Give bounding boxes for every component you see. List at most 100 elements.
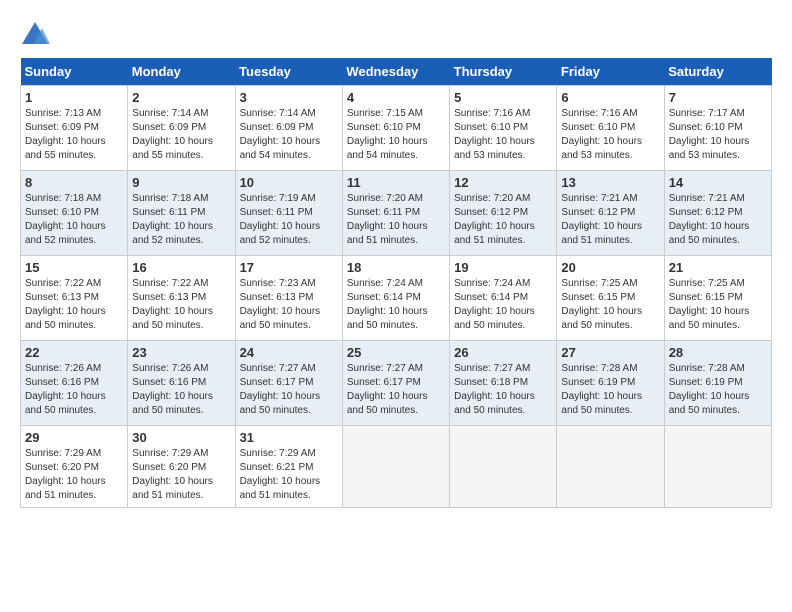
day-number: 20: [561, 260, 659, 275]
calendar-cell: 1 Sunrise: 7:13 AMSunset: 6:09 PMDayligh…: [21, 86, 128, 171]
calendar-week-row: 8 Sunrise: 7:18 AMSunset: 6:10 PMDayligh…: [21, 171, 772, 256]
day-info: Sunrise: 7:28 AMSunset: 6:19 PMDaylight:…: [669, 362, 767, 418]
calendar-cell: 26 Sunrise: 7:27 AMSunset: 6:18 PMDaylig…: [450, 341, 557, 426]
calendar-cell: 31 Sunrise: 7:29 AMSunset: 6:21 PMDaylig…: [235, 426, 342, 508]
calendar-cell: 20 Sunrise: 7:25 AMSunset: 6:15 PMDaylig…: [557, 256, 664, 341]
calendar-cell: 13 Sunrise: 7:21 AMSunset: 6:12 PMDaylig…: [557, 171, 664, 256]
calendar-cell: 4 Sunrise: 7:15 AMSunset: 6:10 PMDayligh…: [342, 86, 449, 171]
day-info: Sunrise: 7:29 AMSunset: 6:21 PMDaylight:…: [240, 447, 338, 503]
day-info: Sunrise: 7:26 AMSunset: 6:16 PMDaylight:…: [132, 362, 230, 418]
day-number: 29: [25, 430, 123, 445]
day-info: Sunrise: 7:26 AMSunset: 6:16 PMDaylight:…: [25, 362, 123, 418]
day-info: Sunrise: 7:19 AMSunset: 6:11 PMDaylight:…: [240, 192, 338, 248]
col-thursday: Thursday: [450, 58, 557, 86]
day-info: Sunrise: 7:24 AMSunset: 6:14 PMDaylight:…: [454, 277, 552, 333]
day-number: 11: [347, 175, 445, 190]
calendar-cell: 27 Sunrise: 7:28 AMSunset: 6:19 PMDaylig…: [557, 341, 664, 426]
calendar-cell: 3 Sunrise: 7:14 AMSunset: 6:09 PMDayligh…: [235, 86, 342, 171]
day-number: 25: [347, 345, 445, 360]
day-number: 24: [240, 345, 338, 360]
day-info: Sunrise: 7:27 AMSunset: 6:17 PMDaylight:…: [347, 362, 445, 418]
calendar-cell: 12 Sunrise: 7:20 AMSunset: 6:12 PMDaylig…: [450, 171, 557, 256]
day-number: 2: [132, 90, 230, 105]
calendar-cell: [557, 426, 664, 508]
day-info: Sunrise: 7:15 AMSunset: 6:10 PMDaylight:…: [347, 107, 445, 163]
calendar-cell: 11 Sunrise: 7:20 AMSunset: 6:11 PMDaylig…: [342, 171, 449, 256]
day-info: Sunrise: 7:27 AMSunset: 6:18 PMDaylight:…: [454, 362, 552, 418]
col-monday: Monday: [128, 58, 235, 86]
day-number: 13: [561, 175, 659, 190]
day-number: 10: [240, 175, 338, 190]
calendar-cell: 18 Sunrise: 7:24 AMSunset: 6:14 PMDaylig…: [342, 256, 449, 341]
col-wednesday: Wednesday: [342, 58, 449, 86]
day-number: 14: [669, 175, 767, 190]
calendar-cell: 2 Sunrise: 7:14 AMSunset: 6:09 PMDayligh…: [128, 86, 235, 171]
page-header: [20, 20, 772, 48]
day-number: 17: [240, 260, 338, 275]
day-number: 23: [132, 345, 230, 360]
day-number: 1: [25, 90, 123, 105]
calendar: Sunday Monday Tuesday Wednesday Thursday…: [20, 58, 772, 508]
day-number: 9: [132, 175, 230, 190]
day-number: 3: [240, 90, 338, 105]
day-info: Sunrise: 7:21 AMSunset: 6:12 PMDaylight:…: [669, 192, 767, 248]
calendar-cell: 9 Sunrise: 7:18 AMSunset: 6:11 PMDayligh…: [128, 171, 235, 256]
day-info: Sunrise: 7:14 AMSunset: 6:09 PMDaylight:…: [132, 107, 230, 163]
day-number: 26: [454, 345, 552, 360]
day-number: 22: [25, 345, 123, 360]
day-number: 30: [132, 430, 230, 445]
calendar-cell: [342, 426, 449, 508]
day-info: Sunrise: 7:20 AMSunset: 6:12 PMDaylight:…: [454, 192, 552, 248]
calendar-cell: 15 Sunrise: 7:22 AMSunset: 6:13 PMDaylig…: [21, 256, 128, 341]
col-tuesday: Tuesday: [235, 58, 342, 86]
calendar-cell: 6 Sunrise: 7:16 AMSunset: 6:10 PMDayligh…: [557, 86, 664, 171]
day-info: Sunrise: 7:25 AMSunset: 6:15 PMDaylight:…: [561, 277, 659, 333]
day-number: 5: [454, 90, 552, 105]
day-number: 4: [347, 90, 445, 105]
day-info: Sunrise: 7:22 AMSunset: 6:13 PMDaylight:…: [25, 277, 123, 333]
col-saturday: Saturday: [664, 58, 771, 86]
day-info: Sunrise: 7:22 AMSunset: 6:13 PMDaylight:…: [132, 277, 230, 333]
day-info: Sunrise: 7:20 AMSunset: 6:11 PMDaylight:…: [347, 192, 445, 248]
calendar-cell: 21 Sunrise: 7:25 AMSunset: 6:15 PMDaylig…: [664, 256, 771, 341]
day-info: Sunrise: 7:24 AMSunset: 6:14 PMDaylight:…: [347, 277, 445, 333]
calendar-cell: 14 Sunrise: 7:21 AMSunset: 6:12 PMDaylig…: [664, 171, 771, 256]
calendar-cell: 7 Sunrise: 7:17 AMSunset: 6:10 PMDayligh…: [664, 86, 771, 171]
calendar-cell: [450, 426, 557, 508]
day-info: Sunrise: 7:18 AMSunset: 6:11 PMDaylight:…: [132, 192, 230, 248]
calendar-week-row: 15 Sunrise: 7:22 AMSunset: 6:13 PMDaylig…: [21, 256, 772, 341]
day-number: 19: [454, 260, 552, 275]
day-info: Sunrise: 7:23 AMSunset: 6:13 PMDaylight:…: [240, 277, 338, 333]
calendar-cell: 8 Sunrise: 7:18 AMSunset: 6:10 PMDayligh…: [21, 171, 128, 256]
day-number: 7: [669, 90, 767, 105]
calendar-cell: 19 Sunrise: 7:24 AMSunset: 6:14 PMDaylig…: [450, 256, 557, 341]
calendar-cell: [664, 426, 771, 508]
day-number: 21: [669, 260, 767, 275]
col-friday: Friday: [557, 58, 664, 86]
day-info: Sunrise: 7:21 AMSunset: 6:12 PMDaylight:…: [561, 192, 659, 248]
day-number: 16: [132, 260, 230, 275]
calendar-cell: 23 Sunrise: 7:26 AMSunset: 6:16 PMDaylig…: [128, 341, 235, 426]
day-number: 12: [454, 175, 552, 190]
calendar-cell: 25 Sunrise: 7:27 AMSunset: 6:17 PMDaylig…: [342, 341, 449, 426]
calendar-cell: 16 Sunrise: 7:22 AMSunset: 6:13 PMDaylig…: [128, 256, 235, 341]
calendar-cell: 22 Sunrise: 7:26 AMSunset: 6:16 PMDaylig…: [21, 341, 128, 426]
day-number: 15: [25, 260, 123, 275]
day-info: Sunrise: 7:28 AMSunset: 6:19 PMDaylight:…: [561, 362, 659, 418]
calendar-cell: 29 Sunrise: 7:29 AMSunset: 6:20 PMDaylig…: [21, 426, 128, 508]
calendar-header-row: Sunday Monday Tuesday Wednesday Thursday…: [21, 58, 772, 86]
calendar-cell: 30 Sunrise: 7:29 AMSunset: 6:20 PMDaylig…: [128, 426, 235, 508]
day-info: Sunrise: 7:14 AMSunset: 6:09 PMDaylight:…: [240, 107, 338, 163]
calendar-week-row: 1 Sunrise: 7:13 AMSunset: 6:09 PMDayligh…: [21, 86, 772, 171]
calendar-cell: 24 Sunrise: 7:27 AMSunset: 6:17 PMDaylig…: [235, 341, 342, 426]
day-info: Sunrise: 7:17 AMSunset: 6:10 PMDaylight:…: [669, 107, 767, 163]
day-info: Sunrise: 7:29 AMSunset: 6:20 PMDaylight:…: [25, 447, 123, 503]
day-number: 8: [25, 175, 123, 190]
logo-icon: [20, 20, 50, 48]
day-info: Sunrise: 7:18 AMSunset: 6:10 PMDaylight:…: [25, 192, 123, 248]
day-info: Sunrise: 7:16 AMSunset: 6:10 PMDaylight:…: [561, 107, 659, 163]
day-info: Sunrise: 7:29 AMSunset: 6:20 PMDaylight:…: [132, 447, 230, 503]
calendar-cell: 5 Sunrise: 7:16 AMSunset: 6:10 PMDayligh…: [450, 86, 557, 171]
col-sunday: Sunday: [21, 58, 128, 86]
day-number: 31: [240, 430, 338, 445]
